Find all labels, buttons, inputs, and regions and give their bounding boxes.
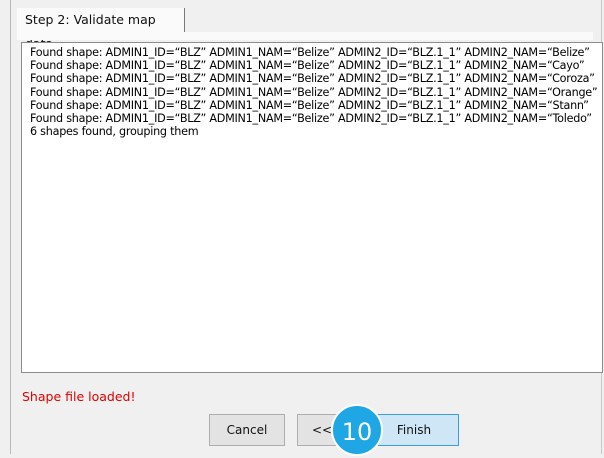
log-line: Found shape: ADMIN1_ID=“BLZ” ADMIN1_NAM=… [30,85,598,99]
hidden-header-text [27,32,117,38]
window-left-border [10,0,11,454]
log-summary-line: 6 shapes found, grouping them [30,125,199,139]
log-line: Found shape: ADMIN1_ID=“BLZ” ADMIN1_NAM=… [30,59,585,73]
log-line: Found shape: ADMIN1_ID=“BLZ” ADMIN1_NAM=… [30,112,592,126]
status-message: Shape file loaded! [22,389,136,404]
tab-validate-map-data[interactable]: Step 2: Validate map data [17,8,185,51]
log-line: Found shape: ADMIN1_ID=“BLZ” ADMIN1_NAM=… [30,46,590,59]
log-output[interactable]: Found shape: ADMIN1_ID=“BLZ” ADMIN1_NAM=… [21,42,603,373]
log-line: Found shape: ADMIN1_ID=“BLZ” ADMIN1_NAM=… [30,72,595,86]
cancel-button[interactable]: Cancel [209,414,285,446]
log-line: Found shape: ADMIN1_ID=“BLZ” ADMIN1_NAM=… [30,98,589,112]
step-number-badge: 10 [331,404,383,456]
